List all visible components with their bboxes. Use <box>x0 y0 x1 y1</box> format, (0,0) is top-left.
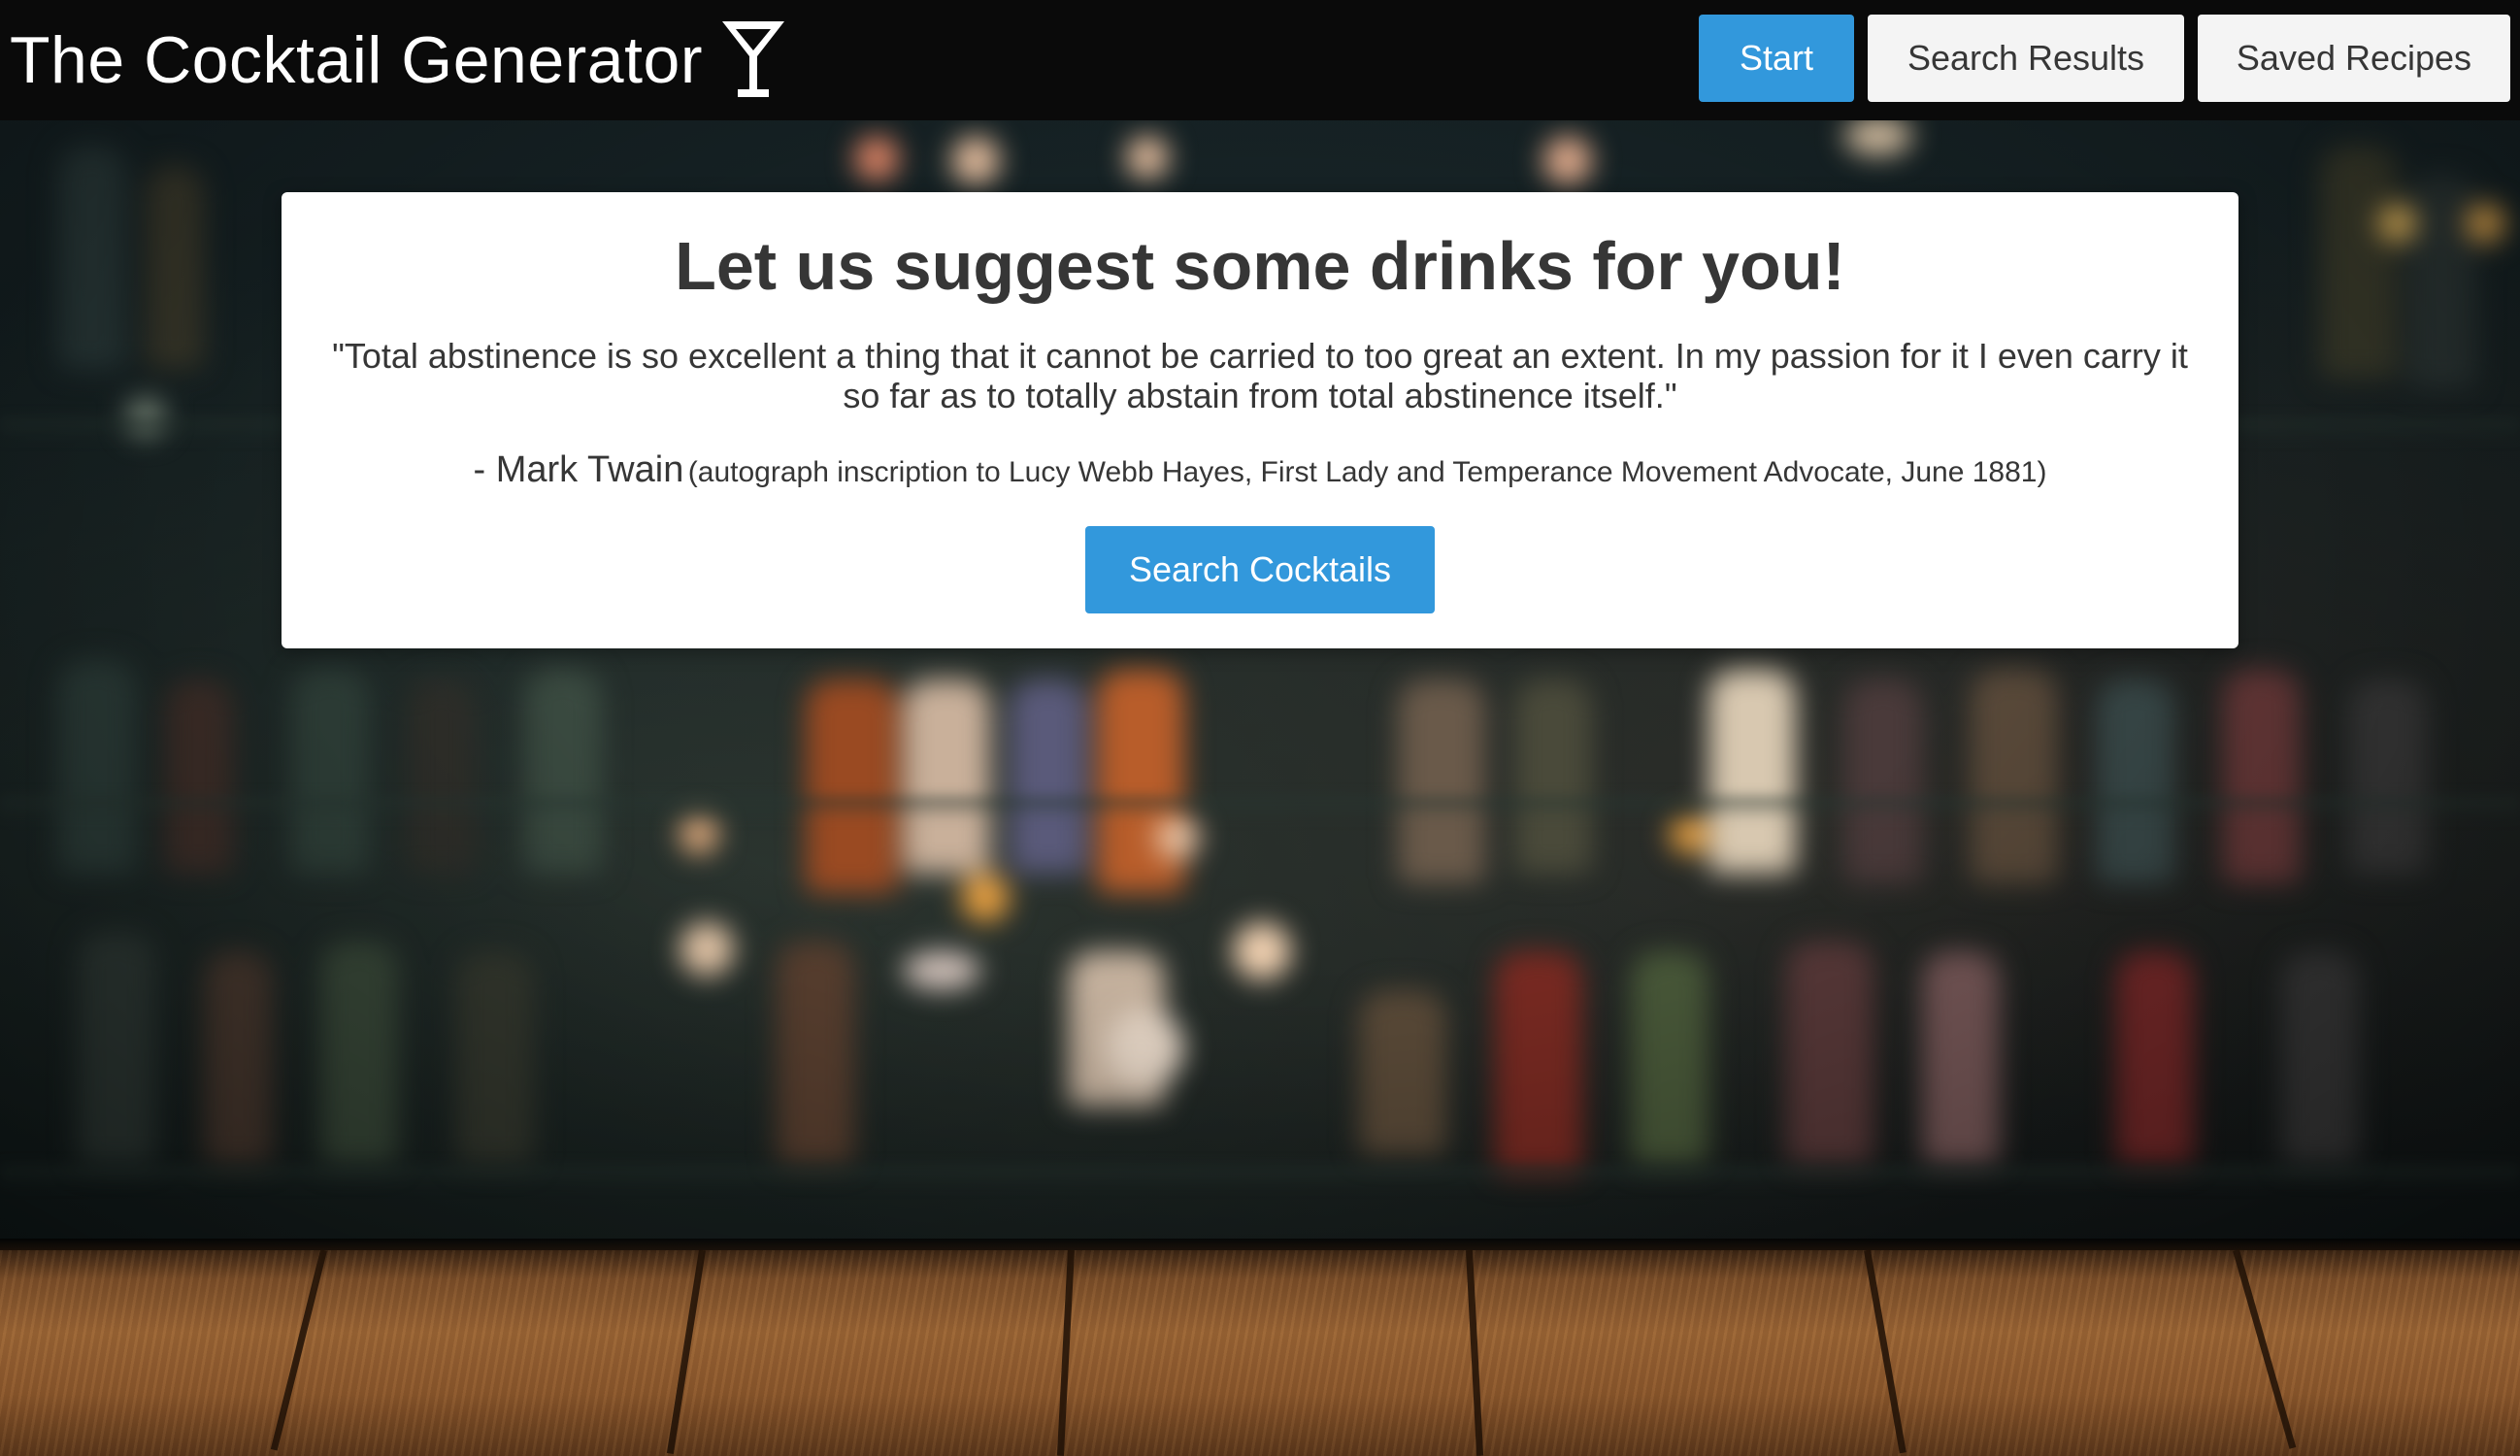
quote-attribution: - Mark Twain (autograph inscription to L… <box>282 447 2238 501</box>
start-button[interactable]: Start <box>1699 15 1854 102</box>
saved-recipes-button[interactable]: Saved Recipes <box>2198 15 2510 102</box>
main-nav: Start Search Results Saved Recipes <box>1699 15 2510 102</box>
hero-quote: "Total abstinence is so excellent a thin… <box>332 336 2188 415</box>
app-title[interactable]: The Cocktail Generator <box>10 22 703 98</box>
martini-glass-icon <box>721 21 784 97</box>
hero-heading: Let us suggest some drinks for you! <box>675 228 1845 304</box>
search-cocktails-button[interactable]: Search Cocktails <box>1085 526 1435 613</box>
page: The Cocktail Generator Start Search Resu… <box>0 0 2520 1456</box>
hero-card: Let us suggest some drinks for you! "Tot… <box>282 192 2238 648</box>
quote-source: (autograph inscription to Lucy Webb Haye… <box>687 456 2047 488</box>
quote-author: - Mark Twain <box>473 449 684 490</box>
brand[interactable]: The Cocktail Generator <box>10 16 788 105</box>
search-results-button[interactable]: Search Results <box>1868 15 2184 102</box>
navbar: The Cocktail Generator Start Search Resu… <box>0 0 2520 120</box>
